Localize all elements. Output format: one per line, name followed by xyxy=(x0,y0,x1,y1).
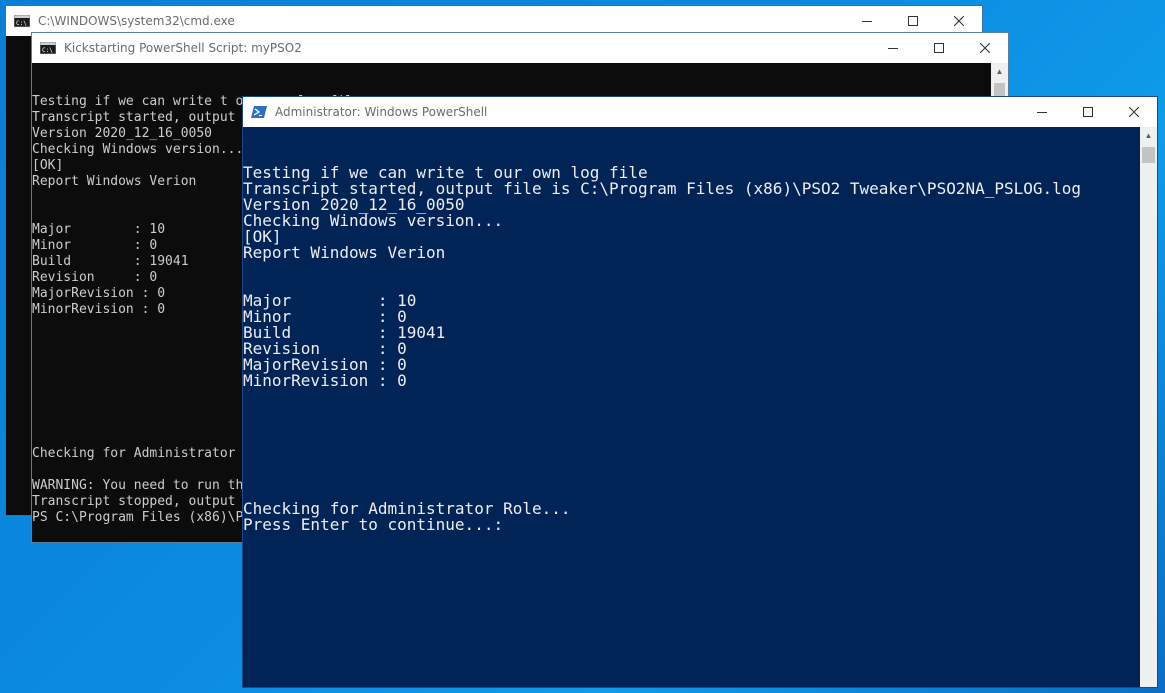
kickstart-minimize-button[interactable] xyxy=(870,33,916,63)
powershell-scrollbar[interactable]: ▲ xyxy=(1140,127,1157,687)
powershell-maximize-button[interactable] xyxy=(1065,97,1111,127)
cmd-app-icon: C:\ xyxy=(14,15,30,27)
minimize-icon xyxy=(888,48,898,49)
close-icon xyxy=(954,16,964,26)
powershell-titlebar[interactable]: Administrator: Windows PowerShell xyxy=(243,97,1157,127)
console-line: Report Windows Verion xyxy=(243,243,446,262)
minimize-icon xyxy=(1037,112,1047,113)
cmd-app-icon: C:\ xyxy=(40,42,56,54)
maximize-icon xyxy=(1083,107,1093,117)
svg-text:C:\: C:\ xyxy=(42,47,53,54)
kickstart-scroll-thumb[interactable] xyxy=(994,83,1005,97)
scroll-up-arrow-icon[interactable]: ▲ xyxy=(1140,127,1157,144)
kickstart-titlebar[interactable]: C:\ Kickstarting PowerShell Script: myPS… xyxy=(32,33,1008,63)
powershell-scroll-thumb[interactable] xyxy=(1142,147,1155,163)
kickstart-window-title: Kickstarting PowerShell Script: myPSO2 xyxy=(64,41,302,55)
console-line: MinorRevision : 0 xyxy=(243,371,407,390)
scroll-up-arrow-icon[interactable]: ▲ xyxy=(991,63,1008,80)
console-line: Checking Windows version... xyxy=(243,211,504,230)
powershell-app-icon xyxy=(251,106,267,118)
close-icon xyxy=(980,43,990,53)
powershell-console-output[interactable]: Testing if we can write t our own log fi… xyxy=(243,127,1140,687)
maximize-icon xyxy=(934,43,944,53)
powershell-minimize-button[interactable] xyxy=(1019,97,1065,127)
powershell-window[interactable]: Administrator: Windows PowerShell Testin… xyxy=(242,96,1158,688)
close-icon xyxy=(1129,107,1139,117)
svg-text:C:\: C:\ xyxy=(16,20,27,27)
console-line: Press Enter to continue...: xyxy=(243,515,504,534)
minimize-icon xyxy=(862,21,872,22)
powershell-window-title: Administrator: Windows PowerShell xyxy=(275,105,488,119)
cmd-window-title: C:\WINDOWS\system32\cmd.exe xyxy=(38,14,235,28)
kickstart-maximize-button[interactable] xyxy=(916,33,962,63)
kickstart-close-button[interactable] xyxy=(962,33,1008,63)
powershell-close-button[interactable] xyxy=(1111,97,1157,127)
maximize-icon xyxy=(908,16,918,26)
